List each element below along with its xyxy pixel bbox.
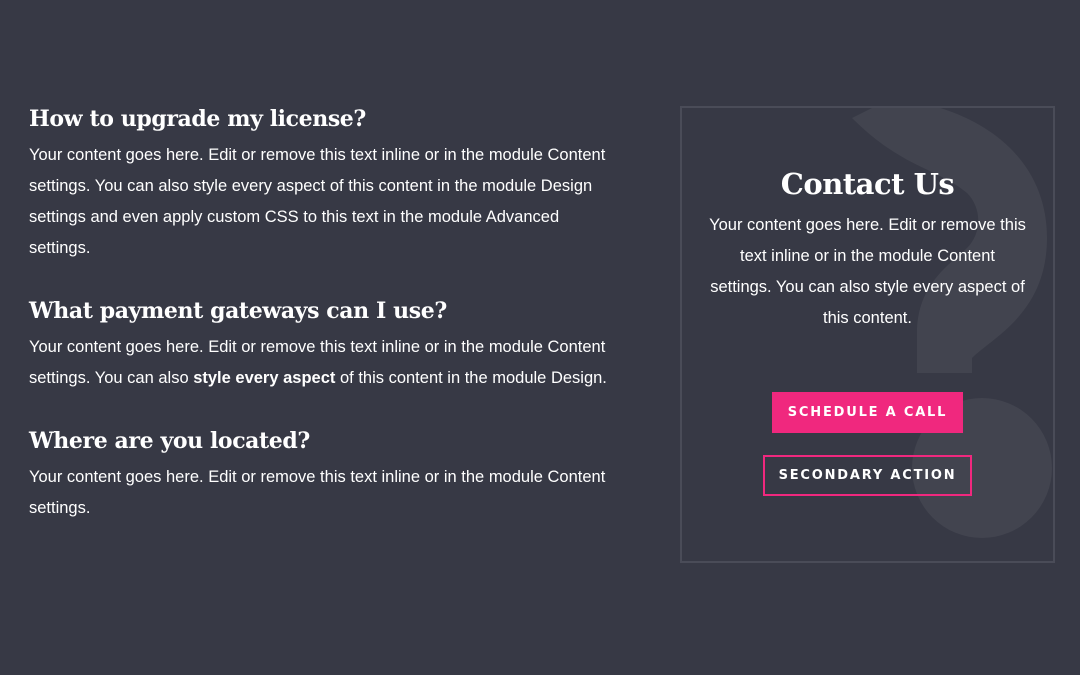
schedule-call-button[interactable]: Schedule a Call	[771, 392, 964, 433]
faq-item: Where are you located? Your content goes…	[29, 426, 609, 524]
faq-answer: Your content goes here. Edit or remove t…	[29, 146, 606, 257]
faq-list: How to upgrade my license? Your content …	[29, 104, 609, 556]
faq-question: Where are you located?	[29, 428, 310, 454]
faq-item: What payment gateways can I use? Your co…	[29, 296, 609, 394]
contact-text: Your content goes here. Edit or remove t…	[709, 216, 1026, 327]
contact-card: Contact Us Your content goes here. Edit …	[680, 106, 1055, 563]
faq-answer-bold: style every aspect	[193, 369, 336, 387]
faq-question: How to upgrade my license?	[29, 106, 366, 132]
faq-question: What payment gateways can I use?	[29, 298, 447, 324]
faq-item: How to upgrade my license? Your content …	[29, 104, 609, 264]
contact-title: Contact Us	[780, 167, 955, 201]
faq-answer-text: of this content in the module Design.	[335, 369, 607, 387]
faq-answer: Your content goes here. Edit or remove t…	[29, 468, 606, 517]
faq-answer: Your content goes here. Edit or remove t…	[29, 332, 609, 394]
contact-content: Contact Us Your content goes here. Edit …	[682, 166, 1053, 496]
secondary-action-button[interactable]: Secondary Action	[762, 455, 973, 496]
